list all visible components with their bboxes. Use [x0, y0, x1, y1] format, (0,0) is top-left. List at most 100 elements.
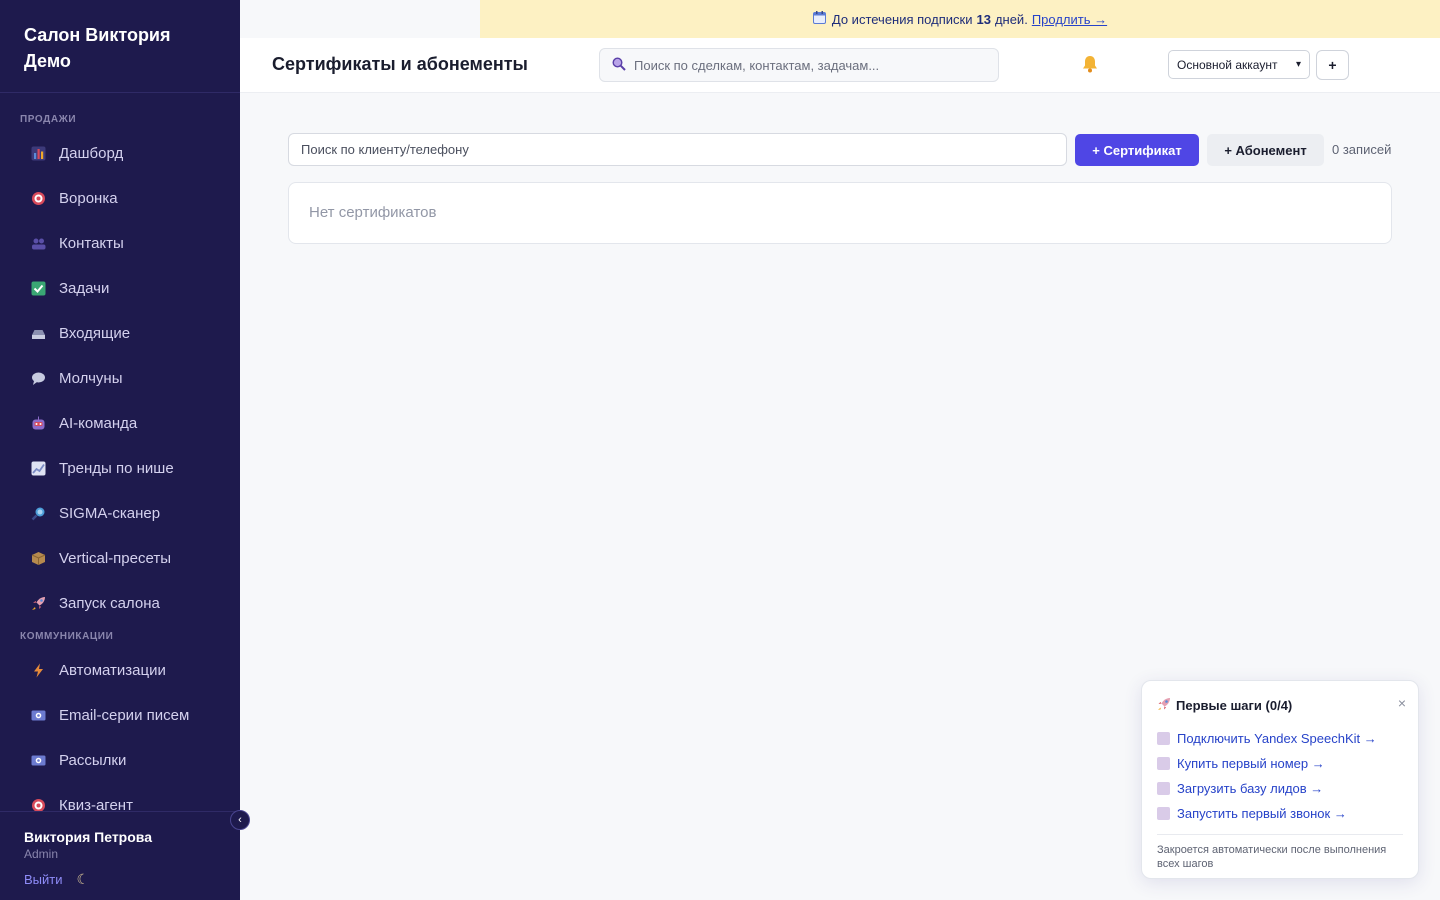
- sidebar-item[interactable]: SIGMA-сканер: [0, 491, 240, 536]
- package-icon: [28, 549, 48, 569]
- onboarding-note: Закроется автоматически после выполнения…: [1157, 844, 1387, 870]
- checkbox-icon: [1157, 782, 1170, 795]
- empty-state-text: Нет сертификатов: [309, 204, 437, 221]
- checkmark-icon: [28, 279, 48, 299]
- onboarding-step-label: Купить первый номер →: [1177, 756, 1325, 771]
- onboarding-title: Первые шаги (0/4): [1157, 697, 1403, 714]
- people-icon: [28, 234, 48, 254]
- sidebar-item[interactable]: Vertical-пресеты: [0, 536, 240, 581]
- sidebar-item[interactable]: Автоматизации: [0, 648, 240, 693]
- certificates-toolbar: + Сертификат + Абонемент 0 записей: [288, 133, 1392, 166]
- brand-title[interactable]: Салон Виктория Демо: [24, 22, 216, 74]
- sidebar-item[interactable]: AI-команда: [0, 401, 240, 446]
- search-icon: [612, 56, 626, 74]
- broadcast-icon: [28, 751, 48, 771]
- user-name: Виктория Петрова: [24, 829, 152, 845]
- magnifier-icon: [28, 504, 48, 524]
- sidebar-item-label: Входящие: [59, 325, 131, 342]
- divider: [1157, 834, 1403, 835]
- brand: Салон Виктория Демо: [0, 0, 240, 93]
- target-icon: [28, 796, 48, 811]
- close-icon[interactable]: ×: [1398, 695, 1406, 711]
- sidebar-item[interactable]: Задачи: [0, 266, 240, 311]
- client-search-input[interactable]: [288, 133, 1067, 166]
- sidebar-item-label: Задачи: [59, 280, 110, 297]
- robot-icon: [28, 414, 48, 434]
- section-label-sales: ПРОДАЖИ: [20, 114, 77, 125]
- checkbox-icon: [1157, 732, 1170, 745]
- sidebar: Салон Виктория Демо ПРОДАЖИ Дашборд Ворон…: [0, 0, 240, 900]
- records-count: 0 записей: [1332, 142, 1392, 157]
- sidebar-item-label: Контакты: [59, 235, 124, 252]
- onboarding-step[interactable]: Купить первый номер →: [1157, 751, 1403, 776]
- add-button[interactable]: +: [1316, 50, 1349, 80]
- banner-suffix: дней.: [994, 11, 1028, 27]
- sidebar-nav: ПРОДАЖИ Дашборд Воронка Контакты Задачи Вход…: [0, 93, 240, 811]
- inbox-icon: [28, 324, 48, 344]
- sidebar-item[interactable]: Запуск салона: [0, 581, 240, 626]
- add-certificate-button[interactable]: + Сертификат: [1075, 134, 1199, 166]
- user-role: Admin: [24, 847, 59, 861]
- onboarding-step-label: Запустить первый звонок →: [1177, 806, 1347, 821]
- onboarding-steps: Подключить Yandex SpeechKit → Купить перв…: [1157, 726, 1403, 826]
- sidebar-item[interactable]: Воронка: [0, 176, 240, 221]
- sidebar-item[interactable]: Дашборд: [0, 131, 240, 176]
- sidebar-item-label: Дашборд: [59, 145, 124, 162]
- renew-link[interactable]: Продлить →: [1032, 12, 1107, 27]
- bar-chart-icon: [28, 144, 48, 164]
- sidebar-item[interactable]: Входящие: [0, 311, 240, 356]
- onboarding-step[interactable]: Подключить Yandex SpeechKit →: [1157, 726, 1403, 751]
- sidebar-item-label: Тренды по нише: [59, 460, 174, 477]
- sidebar-item-label: Email-серии писем: [59, 707, 190, 724]
- sidebar-item-label: Квиз-агент: [59, 797, 133, 811]
- email-icon: [28, 706, 48, 726]
- header: Сертификаты и абонементы Основной аккаун…: [240, 38, 1440, 93]
- sidebar-item-label: Запуск салона: [59, 595, 160, 612]
- sidebar-footer: Виктория Петрова Admin Выйти ☾: [0, 811, 240, 900]
- sidebar-item[interactable]: Молчуны: [0, 356, 240, 401]
- sidebar-item[interactable]: Квиз-агент: [0, 783, 240, 811]
- onboarding-title-text: Первые шаги (0/4): [1176, 698, 1293, 713]
- chevron-down-icon: ▾: [1295, 59, 1301, 70]
- moon-icon[interactable]: ☾: [77, 871, 90, 888]
- sidebar-item-label: Воронка: [59, 190, 118, 207]
- sidebar-item-label: Молчуны: [59, 370, 123, 387]
- trend-chart-icon: [28, 459, 48, 479]
- onboarding-step[interactable]: Запустить первый звонок →: [1157, 801, 1403, 826]
- section-label-communications: КОММУНИКАЦИИ: [20, 631, 114, 642]
- sidebar-item-label: Автоматизации: [59, 662, 166, 679]
- sidebar-item-label: SIGMA-сканер: [59, 505, 161, 522]
- logout-link[interactable]: Выйти: [24, 872, 63, 887]
- lightning-icon: [28, 661, 48, 681]
- checkbox-icon: [1157, 807, 1170, 820]
- sidebar-item-label: Vertical-пресеты: [59, 550, 171, 567]
- sidebar-item[interactable]: Контакты: [0, 221, 240, 266]
- sidebar-item[interactable]: Рассылки: [0, 738, 240, 783]
- checkbox-icon: [1157, 757, 1170, 770]
- onboarding-step-label: Подключить Yandex SpeechKit →: [1177, 731, 1377, 746]
- global-search[interactable]: [599, 48, 999, 82]
- collapse-sidebar-button[interactable]: ‹: [230, 810, 250, 830]
- sidebar-item[interactable]: Тренды по нише: [0, 446, 240, 491]
- target-icon: [28, 189, 48, 209]
- page-title: Сертификаты и абонементы: [272, 54, 528, 74]
- empty-state-card: Нет сертификатов: [288, 182, 1392, 244]
- bell-icon[interactable]: [1080, 54, 1100, 80]
- sidebar-item[interactable]: Email-серии писем: [0, 693, 240, 738]
- rocket-icon: [1157, 697, 1171, 714]
- account-select[interactable]: Основной аккаунт ▾: [1168, 50, 1310, 79]
- onboarding-step-label: Загрузить базу лидов →: [1177, 781, 1324, 796]
- subscription-banner: До истечения подписки 13 дней. Продлить …: [480, 0, 1440, 38]
- rocket-icon: [28, 594, 48, 614]
- banner-prefix: До истечения подписки: [831, 11, 973, 27]
- onboarding-widget: Первые шаги (0/4) × Подключить Yandex Sp…: [1141, 680, 1419, 879]
- onboarding-step[interactable]: Загрузить базу лидов →: [1157, 776, 1403, 801]
- account-select-value: Основной аккаунт: [1177, 57, 1278, 72]
- global-search-input[interactable]: [634, 57, 984, 73]
- sidebar-item-label: Рассылки: [59, 752, 127, 769]
- banner-days: 13: [976, 11, 991, 27]
- add-subscription-button[interactable]: + Абонемент: [1207, 134, 1324, 166]
- speech-bubble-icon: [28, 369, 48, 389]
- calendar-icon: [812, 11, 826, 27]
- sidebar-item-label: AI-команда: [59, 415, 138, 432]
